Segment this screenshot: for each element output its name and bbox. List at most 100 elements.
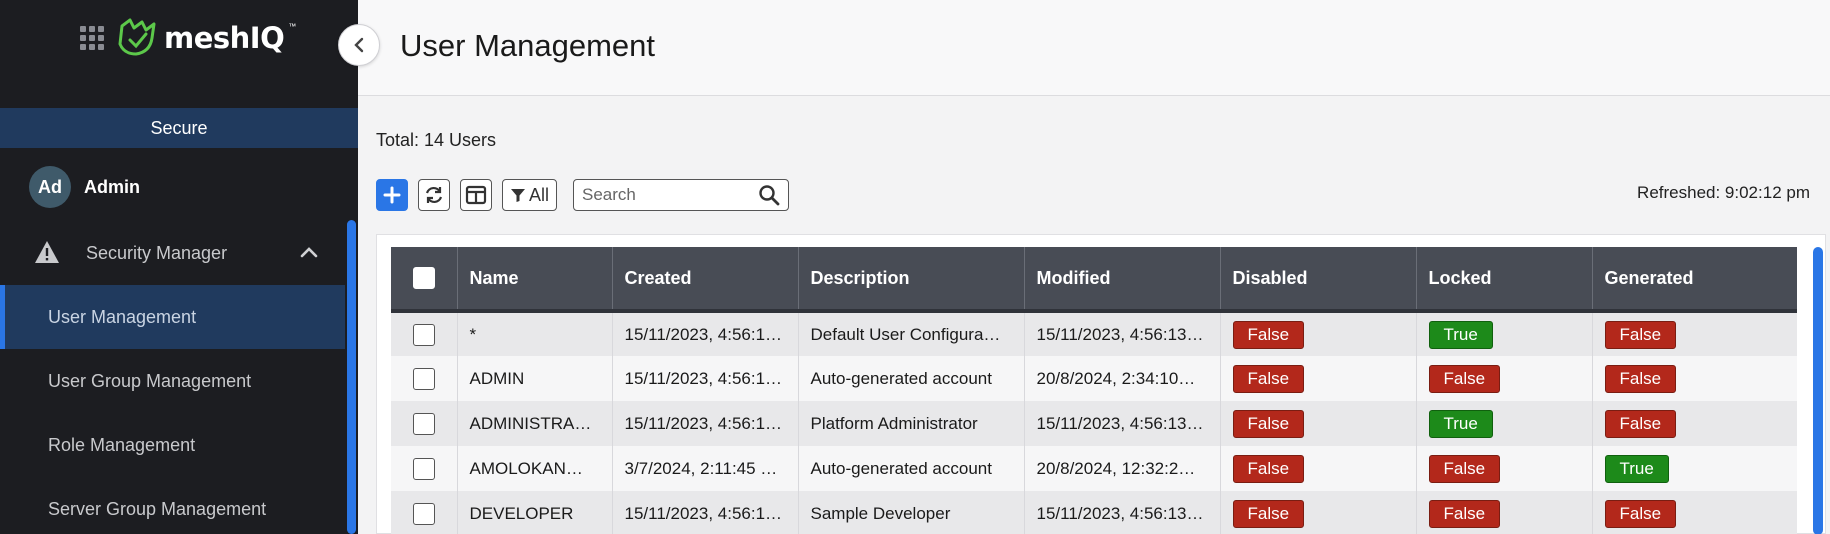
cell-disabled: False — [1220, 491, 1417, 534]
cell-locked: False — [1416, 446, 1593, 491]
search-icon[interactable] — [758, 184, 780, 206]
row-checkbox[interactable] — [412, 367, 435, 390]
select-all-cell — [391, 247, 458, 313]
sidebar-item-label: User Management — [48, 306, 197, 327]
table-scrollbar[interactable] — [1813, 247, 1823, 534]
cell-modified: 15/11/2023, 4:56:13 … — [1024, 491, 1221, 534]
total-users: Total: 14 Users — [376, 130, 497, 150]
cell-modified: 15/11/2023, 4:56:13 … — [1024, 311, 1221, 356]
table-row[interactable]: AMOLOKAN… 3/7/2024, 2:11:45 … Auto-generat… — [391, 446, 1797, 491]
table-row[interactable]: ADMIN 15/11/2023, 4:56:1… Auto-generated a… — [391, 356, 1797, 401]
sidebar-item-user-management[interactable]: User Management — [0, 285, 345, 349]
column-header-generated[interactable]: Generated — [1592, 247, 1797, 313]
generated-status-badge: False — [1604, 364, 1677, 393]
logo[interactable]: meshIQ ™ — [116, 18, 296, 58]
row-checkbox[interactable] — [412, 323, 435, 346]
plus-icon — [383, 186, 401, 204]
locked-status-badge: False — [1428, 364, 1501, 393]
select-all-checkbox[interactable] — [412, 267, 435, 290]
locked-status-badge: True — [1428, 320, 1493, 349]
add-user-button[interactable] — [376, 179, 408, 211]
table-header-row: Name Created Description Modified Disabl… — [391, 247, 1797, 313]
search-input[interactable] — [582, 185, 759, 205]
cell-generated: False — [1592, 401, 1797, 446]
row-select-cell — [391, 401, 458, 446]
table-row[interactable]: ADMINISTRA… 15/11/2023, 4:56:1… Platform A… — [391, 401, 1797, 446]
row-select-cell — [391, 491, 458, 534]
locked-status-badge: True — [1428, 409, 1493, 438]
column-header-disabled[interactable]: Disabled — [1220, 247, 1417, 313]
cell-created: 15/11/2023, 4:56:1… — [612, 491, 799, 534]
cell-modified: 20/8/2024, 12:32:2… — [1024, 446, 1221, 491]
cell-modified: 15/11/2023, 4:56:13 … — [1024, 401, 1221, 446]
generated-status-badge: False — [1604, 499, 1677, 528]
toolbar: All — [376, 179, 790, 211]
cell-description: Sample Developer — [798, 491, 1025, 534]
table-row[interactable]: * 15/11/2023, 4:56:1… Default User Configu… — [391, 311, 1797, 356]
cell-description: Default User Configura… — [798, 311, 1025, 356]
column-header-created[interactable]: Created — [612, 247, 799, 313]
cell-disabled: False — [1220, 311, 1417, 356]
column-header-name[interactable]: Name — [457, 247, 613, 313]
avatar: Ad — [29, 166, 71, 208]
cell-generated: True — [1592, 446, 1797, 491]
cell-locked: False — [1416, 491, 1593, 534]
cell-description: Auto-generated account — [798, 446, 1025, 491]
cell-created: 3/7/2024, 2:11:45 … — [612, 446, 799, 491]
cell-generated: False — [1592, 311, 1797, 356]
cell-disabled: False — [1220, 446, 1417, 491]
columns-icon — [465, 185, 487, 205]
cell-created: 15/11/2023, 4:56:1… — [612, 311, 799, 356]
row-checkbox[interactable] — [412, 457, 435, 480]
chevron-up-icon[interactable] — [300, 246, 318, 258]
cell-locked: True — [1416, 401, 1593, 446]
search-field[interactable] — [573, 179, 790, 211]
row-select-cell — [391, 311, 458, 356]
collapse-sidebar-button[interactable] — [338, 24, 380, 66]
cell-name: ADMINISTRA… — [457, 401, 613, 446]
sidebar-scrollbar[interactable] — [347, 220, 356, 534]
page-header: User Management — [358, 0, 1830, 96]
filter-button[interactable]: All — [502, 179, 558, 211]
secure-section-bar: Secure — [0, 108, 358, 148]
column-header-modified[interactable]: Modified — [1024, 247, 1221, 313]
column-header-description[interactable]: Description — [798, 247, 1025, 313]
cell-generated: False — [1592, 356, 1797, 401]
sidebar-item-server-group-management[interactable]: Server Group Management — [0, 477, 345, 534]
user-profile[interactable]: Ad Admin — [0, 164, 358, 210]
cell-disabled: False — [1220, 356, 1417, 401]
cell-generated: False — [1592, 491, 1797, 534]
sidebar-item-label: Server Group Management — [48, 498, 267, 519]
row-select-cell — [391, 446, 458, 491]
cell-locked: False — [1416, 356, 1593, 401]
sidebar-item-label: Role Management — [48, 434, 196, 455]
filter-icon — [511, 189, 525, 202]
cell-description: Auto-generated account — [798, 356, 1025, 401]
locked-status-badge: False — [1428, 499, 1501, 528]
refreshed-time: Refreshed: 9:02:12 pm — [1637, 183, 1810, 202]
sidebar: meshIQ ™ Secure Ad Admin Security Manage… — [0, 0, 358, 534]
users-table: Name Created Description Modified Disabl… — [391, 247, 1797, 534]
refresh-button[interactable] — [418, 179, 450, 211]
columns-button[interactable] — [460, 179, 492, 211]
user-name: Admin — [84, 176, 140, 197]
cell-name: ADMIN — [457, 356, 613, 401]
filter-label: All — [529, 184, 550, 205]
cell-name: AMOLOKAN… — [457, 446, 613, 491]
disabled-status-badge: False — [1232, 409, 1305, 438]
sidebar-item-user-group-management[interactable]: User Group Management — [0, 349, 345, 413]
cell-created: 15/11/2023, 4:56:1… — [612, 401, 799, 446]
row-checkbox[interactable] — [412, 412, 435, 435]
row-checkbox[interactable] — [412, 502, 435, 525]
disabled-status-badge: False — [1232, 499, 1305, 528]
cell-description: Platform Administrator — [798, 401, 1025, 446]
generated-status-badge: False — [1604, 320, 1677, 349]
sidebar-item-role-management[interactable]: Role Management — [0, 413, 345, 477]
disabled-status-badge: False — [1232, 320, 1305, 349]
apps-grid-icon[interactable] — [80, 26, 104, 50]
row-select-cell — [391, 356, 458, 401]
disabled-status-badge: False — [1232, 454, 1305, 483]
table-row[interactable]: DEVELOPER 15/11/2023, 4:56:1… Sample Devel… — [391, 491, 1797, 534]
security-manager-group[interactable]: Security Manager — [0, 228, 345, 278]
column-header-locked[interactable]: Locked — [1416, 247, 1593, 313]
